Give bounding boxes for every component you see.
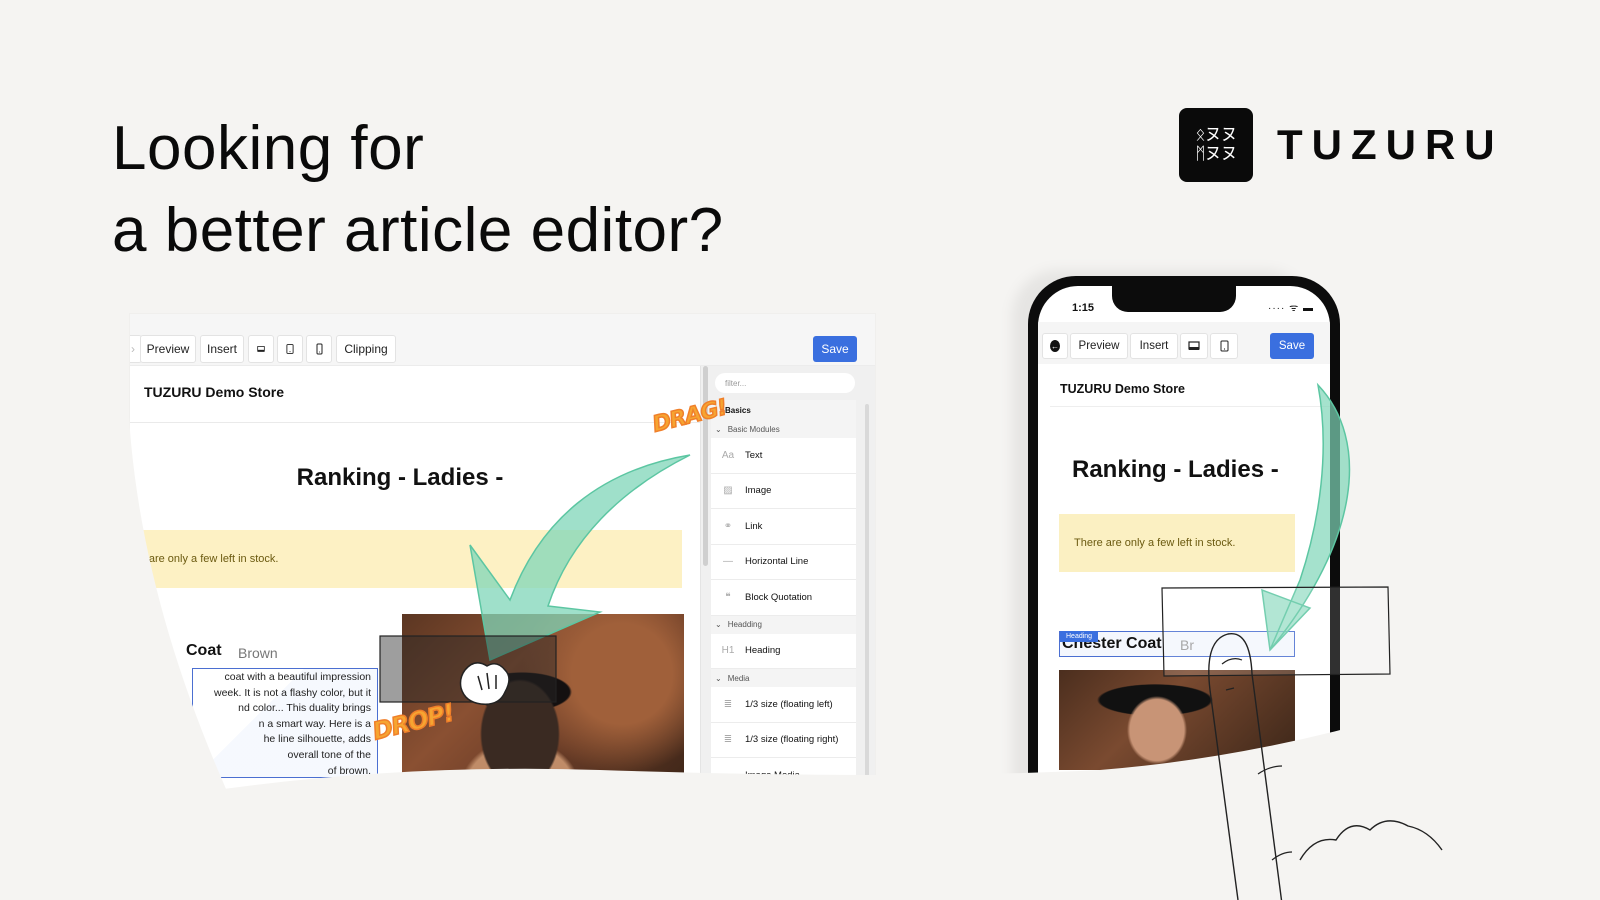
product-color: Brown [238, 645, 278, 661]
heading-tag: Heading [1060, 631, 1099, 642]
canvas-scrollbar[interactable] [703, 366, 708, 566]
phone-screen: 1:15 ···· ᯤ ▬ ← Preview Insert Save TUZU… [1038, 286, 1330, 886]
chevron-down-icon: ⌄ [715, 673, 722, 683]
heading-icon: H1 [721, 645, 735, 657]
save-button[interactable]: Save [813, 336, 857, 362]
brand-logo-icon: ᛟヌヌ ᛗヌヌ [1179, 108, 1253, 182]
brand: ᛟヌヌ ᛗヌヌ TUZURU [1179, 108, 1504, 182]
phone-insert-button[interactable]: Insert [1130, 333, 1178, 359]
desktop-icon [1188, 340, 1200, 350]
filter-placeholder: filter... [725, 378, 747, 388]
module-item-horizontal-line[interactable]: — Horizontal Line [711, 544, 856, 580]
status-icons: ···· ᯤ ▬ [1267, 303, 1314, 314]
editor-toolbar: › Preview Insert Clipping Save [130, 314, 875, 366]
clipping-button[interactable]: Clipping [336, 335, 396, 363]
float-right-icon: ≣ [723, 734, 733, 746]
left-background-sweep [100, 300, 240, 820]
module-item-image[interactable]: ▨ Image [711, 473, 856, 509]
horizontal-line-icon: — [723, 556, 733, 568]
quote-icon: ❝ [725, 591, 731, 603]
mobile-view-button[interactable] [306, 335, 332, 363]
tablet-icon [1220, 340, 1228, 352]
image-icon: ▨ [723, 485, 733, 497]
module-filter-input[interactable]: filter... [715, 373, 855, 393]
module-panel: filter... Basics ⌄ Basic Modules Aa Text ▨… [700, 366, 875, 794]
text-icon: Aa [721, 449, 735, 461]
phone-preview-button[interactable]: Preview [1070, 333, 1128, 359]
module-item-float-right[interactable]: ≣ 1/3 size (floating right) [711, 722, 856, 758]
phone-tablet-view-button[interactable] [1210, 333, 1238, 359]
phone-ranking-title[interactable]: Ranking - Ladies - [1072, 456, 1279, 484]
image-media-icon: ▭ [723, 769, 733, 781]
module-panel-scrollbar[interactable] [865, 404, 869, 784]
brand-name: TUZURU [1277, 121, 1504, 168]
hero-headline: Looking for a better article editor? [112, 108, 724, 272]
phone-stock-notice-text: There are only a few left in stock. [1074, 537, 1236, 549]
tablet-view-button[interactable] [277, 335, 303, 363]
group-heading[interactable]: ⌄ Headding [711, 615, 856, 634]
desktop-editor: › Preview Insert Clipping Save TUZURU De… [130, 314, 875, 794]
phone-save-button[interactable]: Save [1270, 333, 1314, 359]
group-basic-modules[interactable]: ⌄ Basic Modules [711, 420, 856, 438]
phone-back-button[interactable]: ← [1042, 333, 1068, 359]
tablet-icon [286, 344, 294, 354]
desktop-icon [257, 345, 265, 352]
float-left-icon: ≣ [723, 698, 733, 710]
phone-stock-notice[interactable]: There are only a few left in stock. [1059, 514, 1295, 572]
phone-frame: 1:15 ···· ᯤ ▬ ← Preview Insert Save TUZU… [1028, 276, 1340, 896]
status-time: 1:15 [1072, 302, 1095, 314]
mobile-icon [316, 343, 322, 355]
module-item-text[interactable]: Aa Text [711, 438, 856, 474]
phone-product-photo[interactable] [1059, 670, 1295, 770]
phone-notch [1112, 286, 1236, 312]
link-icon: ⚭ [723, 520, 733, 532]
module-list: Basics ⌄ Basic Modules Aa Text ▨ Image ⚭ Lin… [711, 400, 856, 794]
chevron-down-icon: ⌄ [715, 620, 722, 629]
phone-store-name: TUZURU Demo Store [1060, 382, 1186, 396]
phone-heading-block[interactable]: Chester Coat Br Heading [1059, 631, 1295, 657]
phone-toolbar: ← Preview Insert Save [1038, 322, 1330, 364]
logo-glyph-top: ᛟヌヌ [1195, 125, 1237, 145]
module-item-block-quotation[interactable]: ❝ Block Quotation [711, 580, 856, 616]
headline-line-1: Looking for [112, 114, 425, 183]
module-item-link[interactable]: ⚭ Link [711, 509, 856, 545]
module-item-image-media[interactable]: ▭ Image Media [711, 758, 856, 794]
headline-line-2: a better article editor? [112, 196, 724, 265]
phone-product-color: Br [1180, 637, 1194, 653]
desktop-view-button[interactable] [248, 335, 274, 363]
phone-header-divider [1050, 406, 1330, 407]
group-media[interactable]: ⌄ Media [711, 669, 856, 687]
phone-desktop-view-button[interactable] [1180, 333, 1208, 359]
logo-glyph-bottom: ᛗヌヌ [1195, 144, 1237, 164]
module-item-float-left[interactable]: ≣ 1/3 size (floating left) [711, 687, 856, 723]
module-item-heading[interactable]: H1 Heading [711, 633, 856, 669]
section-basics[interactable]: Basics [711, 400, 856, 420]
chevron-down-icon: ⌄ [715, 424, 722, 434]
back-arrow-icon: ← [1050, 340, 1060, 352]
